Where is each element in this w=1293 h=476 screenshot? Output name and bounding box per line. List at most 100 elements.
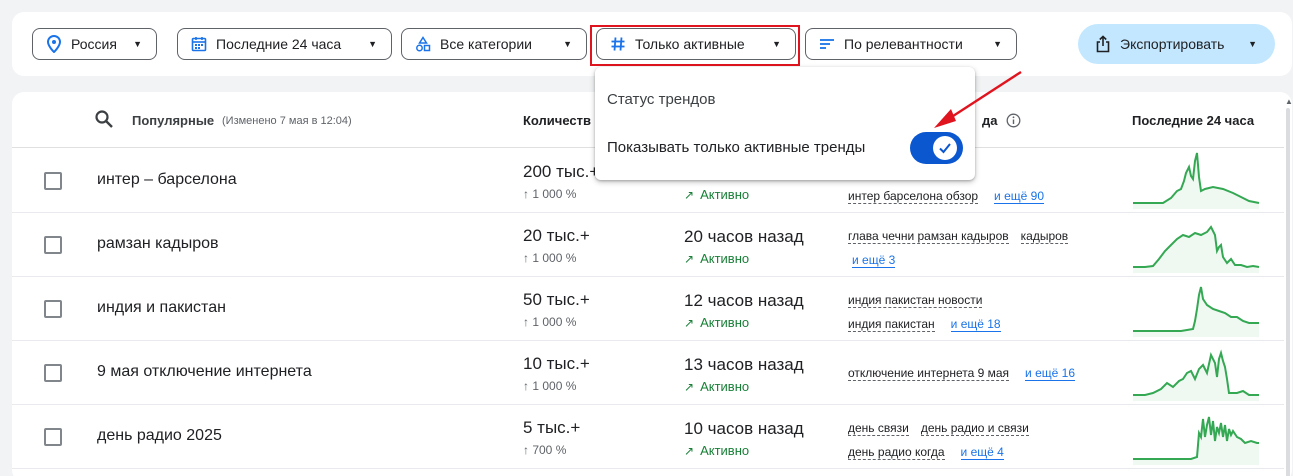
table-row[interactable]: индия и пакистан 50 тыс.+ ↑ 1 000 % 12 ч… (12, 277, 1284, 341)
trend-breakdown: отключение интернета 9 мая и ещё 16 (848, 361, 1103, 385)
status-label: Активно (700, 379, 750, 394)
trending-up-icon: ↗ (684, 251, 695, 266)
search-icon[interactable] (94, 109, 114, 132)
breakdown-query[interactable]: отключение интернета 9 мая (848, 366, 1010, 381)
status-label: Активно (700, 315, 750, 330)
volume-growth: ↑ 1 000 % (523, 187, 577, 201)
toggle-knob (933, 136, 957, 160)
breakdown-query[interactable]: интер барселона обзор (848, 189, 979, 204)
trend-name[interactable]: 9 мая отключение интернета (97, 363, 312, 381)
chevron-down-icon: ▼ (133, 39, 142, 49)
more-queries-link[interactable]: и ещё 16 (1025, 366, 1075, 381)
status-label: Активно (700, 443, 750, 458)
trend-name[interactable]: интер – барселона (97, 171, 237, 189)
volume-growth: ↑ 1 000 % (523, 251, 577, 265)
time-filter[interactable]: Последние 24 часа ▼ (177, 28, 392, 60)
status-active: ↗ Активно (684, 251, 749, 266)
breakdown-query[interactable]: глава чечни рамзан кадыров (848, 229, 1009, 244)
scrollbar[interactable]: ▲ (1284, 92, 1292, 476)
status-active: ↗ Активно (684, 443, 749, 458)
volume-growth: ↑ 1 000 % (523, 315, 577, 329)
row-checkbox[interactable] (44, 172, 62, 190)
row-checkbox[interactable] (44, 364, 62, 382)
more-queries-link[interactable]: и ещё 18 (950, 317, 1001, 332)
sort-filter-label: По релевантности (844, 36, 963, 52)
active-only-option-label[interactable]: Показывать только активные тренды (607, 139, 865, 156)
search-volume: 5 тыс.+ (523, 418, 581, 437)
category-filter-label: Все категории (440, 36, 532, 52)
more-queries-link[interactable]: и ещё 3 (852, 253, 896, 268)
volume-growth: ↑ 1 000 % (523, 379, 577, 393)
status-active: ↗ Активно (684, 187, 749, 202)
sparkline-chart (1133, 225, 1260, 273)
search-volume: 20 тыс.+ (523, 226, 590, 245)
started-time: 10 часов назад (684, 419, 804, 438)
sort-filter[interactable]: По релевантности ▼ (805, 28, 1017, 60)
chevron-down-icon: ▼ (368, 39, 377, 49)
calendar-icon (190, 35, 208, 53)
status-active: ↗ Активно (684, 379, 749, 394)
category-filter[interactable]: Все категории ▼ (401, 28, 587, 60)
export-button[interactable]: Экспортировать ▼ (1078, 24, 1275, 64)
highlight-box (590, 25, 800, 66)
active-only-toggle[interactable] (910, 132, 963, 164)
more-queries-link[interactable]: и ещё 90 (994, 189, 1044, 204)
trend-breakdown: глава чечни рамзан кадыров кадыров и ещё 3 (848, 224, 1103, 272)
time-filter-label: Последние 24 часа (216, 36, 342, 52)
row-checkbox[interactable] (44, 428, 62, 446)
trend-name[interactable]: рамзан кадыров (97, 235, 219, 253)
header-volume[interactable]: Количеств (523, 113, 591, 128)
trending-up-icon: ↗ (684, 187, 695, 202)
breakdown-query[interactable]: день радио и связи (920, 421, 1029, 436)
location-pin-icon (45, 35, 63, 53)
breakdown-query[interactable]: индия пакистан (848, 317, 935, 332)
trending-up-icon: ↗ (684, 443, 695, 458)
breakdown-query[interactable]: индия пакистан новости (848, 293, 983, 308)
header-breakdown: да (982, 113, 998, 128)
export-button-label: Экспортировать (1120, 36, 1225, 52)
started-time: 12 часов назад (684, 291, 804, 310)
chevron-down-icon: ▼ (563, 39, 572, 49)
trending-up-icon: ↗ (684, 379, 695, 394)
scroll-up-arrow-icon[interactable]: ▲ (1285, 97, 1292, 106)
table-row[interactable]: день радио 2025 5 тыс.+ ↑ 700 % 10 часов… (12, 405, 1284, 469)
trend-status-popup: Статус трендов Показывать только активны… (595, 67, 975, 180)
status-active: ↗ Активно (684, 315, 749, 330)
sparkline-chart (1133, 416, 1259, 465)
location-filter[interactable]: Россия ▼ (32, 28, 157, 60)
info-icon[interactable] (1006, 113, 1021, 131)
search-volume: 50 тыс.+ (523, 290, 590, 309)
sort-lines-icon (818, 35, 836, 53)
trend-breakdown: индия пакистан новости индия пакистан и ещ… (848, 288, 1103, 336)
row-checkbox[interactable] (44, 300, 62, 318)
status-label: Активно (700, 251, 750, 266)
trend-name[interactable]: день радио 2025 (97, 427, 222, 445)
table-row[interactable]: 9 мая отключение интернета 10 тыс.+ ↑ 1 … (12, 341, 1284, 405)
volume-growth: ↑ 700 % (523, 443, 567, 457)
started-time: 13 часов назад (684, 355, 804, 374)
breakdown-query[interactable]: день радио когда (848, 445, 945, 460)
more-queries-link[interactable]: и ещё 4 (960, 445, 1004, 460)
breakdown-query[interactable]: кадыров (1020, 229, 1069, 244)
search-volume: 10 тыс.+ (523, 354, 590, 373)
trending-up-icon: ↗ (684, 315, 695, 330)
popup-title: Статус трендов (607, 91, 716, 108)
trend-breakdown: интер барселона обзор и ещё 90 (848, 184, 1103, 208)
header-popular[interactable]: Популярные (132, 113, 214, 128)
search-volume: 200 тыс.+ (523, 162, 600, 181)
chevron-down-icon: ▼ (993, 39, 1002, 49)
trend-breakdown: день связи день радио и связи день радио к… (848, 416, 1103, 464)
table-row[interactable]: рамзан кадыров 20 тыс.+ ↑ 1 000 % 20 час… (12, 213, 1284, 277)
trend-name[interactable]: индия и пакистан (97, 299, 226, 317)
row-checkbox[interactable] (44, 236, 62, 254)
sparkline-chart (1133, 349, 1259, 401)
header-chart: Последние 24 часа (1132, 113, 1255, 128)
status-label: Активно (700, 187, 750, 202)
scrollbar-thumb[interactable] (1286, 108, 1290, 476)
location-filter-label: Россия (71, 36, 117, 52)
breakdown-query[interactable]: день связи (848, 421, 909, 436)
chevron-down-icon: ▼ (1248, 39, 1257, 49)
sparkline-chart (1133, 286, 1259, 337)
sparkline-chart (1133, 152, 1260, 209)
share-export-icon (1096, 35, 1110, 53)
